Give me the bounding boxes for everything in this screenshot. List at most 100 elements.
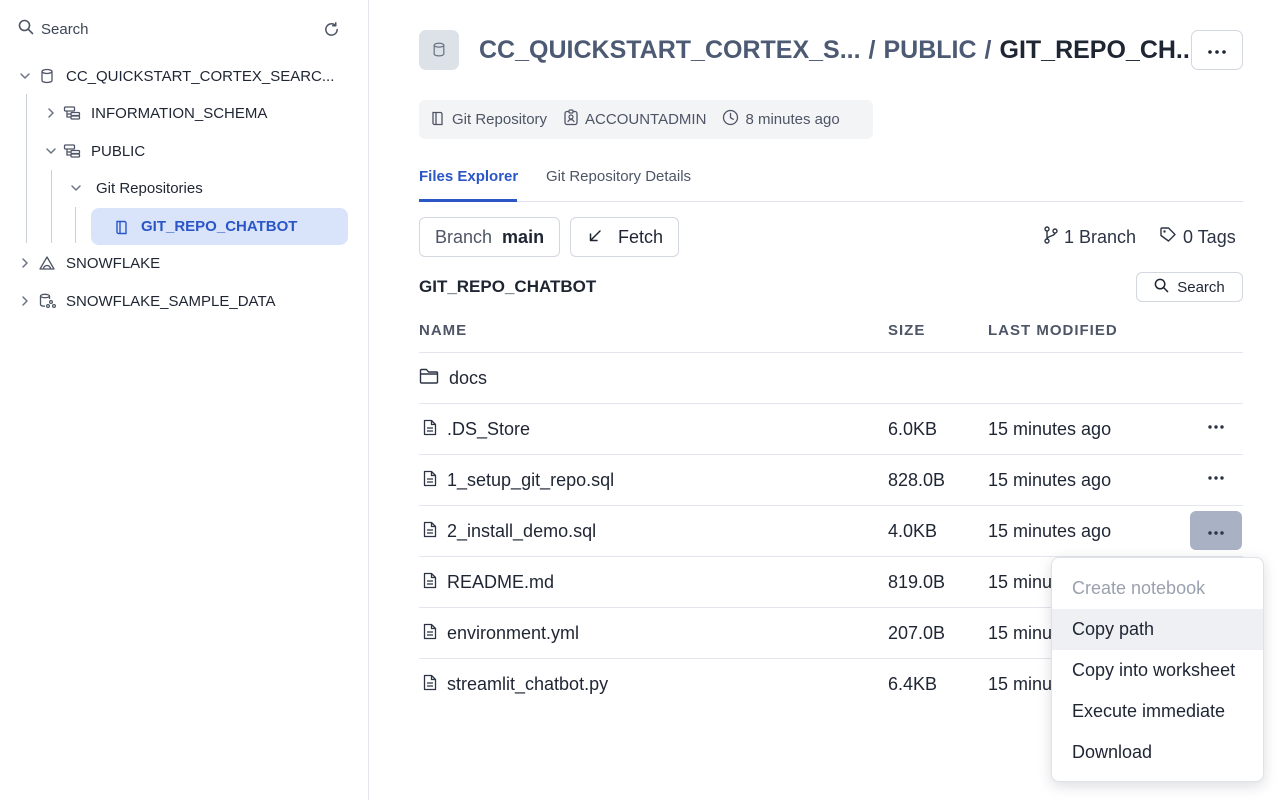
files-search-label: Search: [1177, 278, 1225, 296]
menu-item-create-notebook: Create notebook: [1072, 578, 1206, 598]
database-icon: [38, 67, 56, 85]
tree-item-label: INFORMATION_SCHEMA: [91, 104, 268, 122]
row-more-button[interactable]: [1190, 456, 1242, 495]
tree-item-snowflake[interactable]: SNOWFLAKE: [18, 246, 160, 280]
file-icon: [423, 521, 437, 543]
table-row[interactable]: 1_setup_git_repo.sql 828.0B 15 minutes a…: [419, 455, 1243, 506]
database-icon: [419, 30, 459, 70]
branch-selector[interactable]: Branch main: [419, 217, 560, 257]
branch-label: Branch: [435, 226, 493, 247]
file-name-cell: environment.yml: [423, 608, 579, 659]
ellipsis-icon: [1208, 522, 1224, 540]
tab-git-repository-details[interactable]: Git Repository Details: [546, 163, 691, 202]
git-repository-icon: [113, 218, 131, 236]
table-row[interactable]: docs: [419, 353, 1243, 404]
search-icon: [18, 19, 34, 39]
tree-item-label: GIT_REPO_CHATBOT: [141, 218, 298, 235]
file-last-modified: 15 minutes ago: [988, 419, 1112, 439]
shared-database-icon: [38, 254, 56, 272]
file-icon: [423, 572, 437, 594]
fetch-button[interactable]: Fetch: [570, 217, 679, 257]
ellipsis-icon: [1208, 41, 1226, 59]
search-icon: [1154, 278, 1169, 297]
file-name[interactable]: .DS_Store: [447, 419, 530, 440]
tree-guide-line: [26, 94, 27, 243]
tree-item-git-repositories[interactable]: Git Repositories: [69, 171, 203, 205]
menu-item-execute-immediate[interactable]: Execute immediate: [1052, 691, 1263, 732]
tab-files-explorer[interactable]: Files Explorer: [419, 163, 518, 202]
meta-owner-label: ACCOUNTADMIN: [585, 111, 707, 128]
table-row[interactable]: .DS_Store 6.0KB 15 minutes ago: [419, 404, 1243, 455]
breadcrumb-schema[interactable]: PUBLIC: [883, 36, 976, 65]
file-size: 828.0B: [888, 470, 946, 490]
menu-item-copy-path[interactable]: Copy path: [1052, 609, 1263, 650]
file-icon: [423, 419, 437, 441]
tree-item-information-schema[interactable]: INFORMATION_SCHEMA: [44, 96, 267, 130]
file-size: 4.0KB: [888, 521, 938, 541]
tree-item-snowflake-sample-data[interactable]: SNOWFLAKE_SAMPLE_DATA: [18, 284, 276, 318]
menu-item-download[interactable]: Download: [1052, 732, 1263, 773]
object-meta: Git Repository ACCOUNTADMIN 8 minutes ag…: [419, 100, 873, 139]
meta-owner: ACCOUNTADMIN: [563, 109, 706, 130]
tree-item-label: SNOWFLAKE_SAMPLE_DATA: [66, 292, 276, 310]
breadcrumb-database[interactable]: CC_QUICKSTART_CORTEX_S...: [479, 36, 861, 65]
file-last-modified: 15 minu: [988, 623, 1053, 643]
file-icon: [423, 470, 437, 492]
chevron-right-icon[interactable]: [18, 294, 32, 308]
file-name-cell: .DS_Store: [423, 404, 530, 455]
file-last-modified: 15 minutes ago: [988, 521, 1112, 541]
tree-item-public[interactable]: PUBLIC: [44, 134, 145, 168]
row-more-button[interactable]: [1190, 511, 1242, 550]
chevron-down-icon[interactable]: [69, 181, 83, 195]
file-name[interactable]: docs: [449, 368, 487, 389]
row-more-button[interactable]: [1190, 405, 1242, 444]
file-icon: [423, 674, 437, 696]
tree-guide-line: [75, 207, 76, 243]
branches-count[interactable]: 1 Branch: [1044, 225, 1136, 249]
sidebar-search[interactable]: Search: [18, 19, 89, 39]
file-size: 819.0B: [888, 572, 946, 592]
breadcrumb-separator: /: [984, 35, 992, 64]
tree-item-database[interactable]: CC_QUICKSTART_CORTEX_SEARC...: [18, 59, 334, 93]
tab-bar: Files Explorer Git Repository Details: [419, 163, 1243, 202]
breadcrumb: CC_QUICKSTART_CORTEX_S... / PUBLIC / GIT…: [479, 32, 1197, 68]
schema-icon: [63, 142, 81, 160]
column-header-last-modified[interactable]: LAST MODIFIED: [988, 322, 1118, 339]
file-last-modified: 15 minu: [988, 572, 1053, 592]
file-name[interactable]: 2_install_demo.sql: [447, 521, 596, 542]
tree-item-label: Git Repositories: [96, 179, 203, 197]
ellipsis-icon: [1208, 467, 1224, 485]
meta-modified-label: 8 minutes ago: [745, 111, 840, 128]
arrow-down-left-icon: [588, 227, 602, 248]
tags-count[interactable]: 0 Tags: [1159, 226, 1236, 248]
file-name-cell: 1_setup_git_repo.sql: [423, 455, 614, 506]
tree-item-label: CC_QUICKSTART_CORTEX_SEARC...: [66, 67, 335, 85]
sidebar-search-label: Search: [41, 20, 89, 38]
tree-item-git-repo-chatbot[interactable]: GIT_REPO_CHATBOT: [91, 208, 348, 245]
file-name-cell: docs: [419, 353, 487, 404]
menu-item-copy-into-worksheet[interactable]: Copy into worksheet: [1052, 650, 1263, 691]
file-name[interactable]: environment.yml: [447, 623, 579, 644]
tag-icon: [1159, 226, 1177, 249]
chevron-down-icon[interactable]: [18, 69, 32, 83]
ellipsis-icon: [1208, 416, 1224, 434]
file-name[interactable]: 1_setup_git_repo.sql: [447, 470, 614, 491]
section-title: GIT_REPO_CHATBOT: [419, 277, 597, 296]
chevron-right-icon[interactable]: [18, 256, 32, 270]
chevron-down-icon[interactable]: [44, 144, 58, 158]
git-repository-icon: [430, 110, 446, 130]
column-header-name[interactable]: NAME: [419, 322, 467, 339]
file-name[interactable]: README.md: [447, 572, 554, 593]
git-branch-icon: [1044, 225, 1058, 249]
tree-item-label: PUBLIC: [91, 142, 146, 160]
table-row[interactable]: 2_install_demo.sql 4.0KB 15 minutes ago: [419, 506, 1243, 557]
file-name[interactable]: streamlit_chatbot.py: [447, 674, 608, 695]
tags-count-label: 0 Tags: [1183, 226, 1236, 247]
column-header-size[interactable]: SIZE: [888, 322, 925, 339]
file-last-modified: 15 minu: [988, 674, 1053, 694]
more-actions-button[interactable]: [1191, 30, 1243, 70]
refresh-icon[interactable]: [321, 19, 341, 39]
chevron-right-icon[interactable]: [44, 106, 58, 120]
files-search-button[interactable]: Search: [1136, 272, 1243, 302]
file-icon: [423, 623, 437, 645]
